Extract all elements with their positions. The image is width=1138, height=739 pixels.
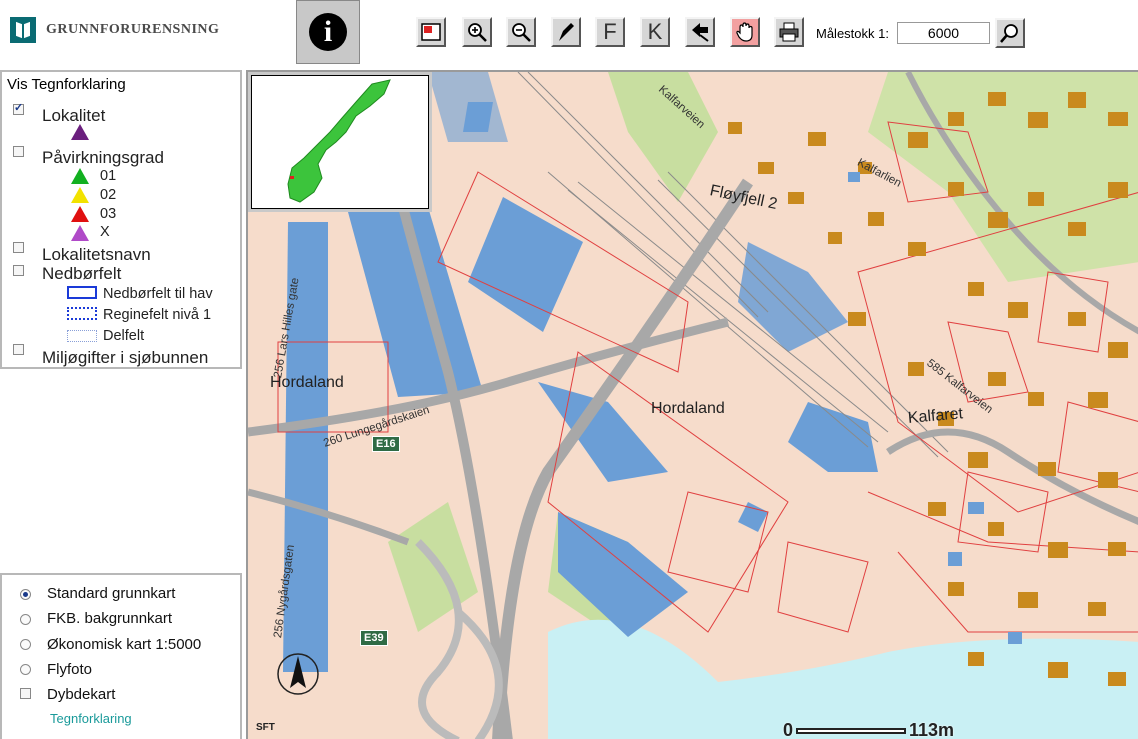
route-shield-e39: E39: [360, 630, 388, 646]
tool-f-button[interactable]: F: [595, 17, 625, 47]
basemap-radio-okonomisk[interactable]: [20, 639, 31, 650]
basemap-panel: Standard grunnkart FKB. bakgrunnkart Øko…: [0, 573, 242, 739]
layer-label-pavirkningsgrad: Påvirkningsgrad: [42, 148, 164, 167]
grade-x-triangle-icon: [71, 225, 89, 241]
basemap-radio-flyfoto[interactable]: [20, 664, 31, 675]
layer-checkbox-nedborfelt[interactable]: [13, 265, 24, 276]
basemap-label-okonomisk: Økonomisk kart 1:5000: [47, 636, 202, 653]
layer-checkbox-miljogifter[interactable]: [13, 344, 24, 355]
info-icon: i: [309, 13, 347, 51]
norway-overview-icon: [287, 79, 391, 203]
basemap-label-standard: Standard grunnkart: [47, 585, 176, 602]
logo-mark-icon: [10, 17, 36, 43]
hand-icon: [736, 22, 753, 42]
label-hordaland-center: Hordaland: [651, 400, 725, 417]
print-button[interactable]: [774, 17, 804, 47]
legend-panel: Vis Tegnforklaring Lokalitet Påvirknings…: [0, 70, 242, 369]
basemap-label-dybdekart: Dybdekart: [47, 686, 116, 703]
pen-icon: [559, 23, 574, 41]
nedborfelt-hav-label: Nedbørfelt til hav: [103, 286, 213, 302]
basemap-radio-fkb[interactable]: [20, 614, 31, 625]
full-extent-icon: [421, 23, 441, 41]
delfelt-label: Delfelt: [103, 328, 145, 344]
printer-icon: [779, 22, 799, 42]
grade-01-label: 01: [100, 168, 117, 184]
scale-bar: 0 113m: [783, 720, 954, 739]
arrow-back-icon: [692, 23, 709, 42]
pan-button[interactable]: [730, 17, 760, 47]
grade-x-label: X: [100, 224, 110, 240]
route-shield-e16: E16: [372, 436, 400, 452]
map-credit: SFT: [256, 722, 275, 733]
f-icon: F: [603, 19, 617, 44]
logo: GRUNNFORURENSNING: [10, 17, 219, 43]
delfelt-symbol: [67, 330, 97, 342]
layer-checkbox-pavirkningsgrad[interactable]: [13, 146, 24, 157]
logo-text: GRUNNFORURENSNING: [46, 22, 220, 37]
layer-checkbox-lokalitet[interactable]: [13, 101, 24, 115]
north-arrow-icon: [277, 653, 319, 695]
basemap-checkbox-dybdekart[interactable]: [20, 688, 31, 699]
layer-checkbox-lokalitetsnavn[interactable]: [13, 242, 24, 253]
legend-title[interactable]: Vis Tegnforklaring: [7, 76, 126, 93]
layer-label-miljogifter: Miljøgifter i sjøbunnen: [42, 348, 209, 367]
measure-button[interactable]: [551, 17, 581, 47]
grade-03-label: 03: [100, 206, 117, 222]
reginefelt-label: Reginefelt nivå 1: [103, 307, 212, 323]
basemap-label-fkb: FKB. bakgrunnkart: [47, 610, 173, 627]
grade-03-triangle-icon: [71, 206, 89, 222]
scale-search-button[interactable]: [995, 18, 1025, 48]
grade-02-triangle-icon: [71, 187, 89, 203]
map-view[interactable]: Hordaland Hordaland Fløyfjell 2 Kalfaret…: [246, 70, 1138, 739]
tool-k-button[interactable]: K: [640, 17, 670, 47]
zoom-in-icon: [468, 23, 487, 42]
back-button[interactable]: [685, 17, 715, 47]
search-icon: [1000, 24, 1018, 43]
layer-label-nedborfelt: Nedbørfelt: [42, 264, 122, 283]
full-extent-button[interactable]: [416, 17, 446, 47]
layer-label-lokalitet: Lokalitet: [42, 106, 106, 125]
reginefelt-symbol: [67, 307, 97, 320]
scale-bar-rule: [796, 727, 907, 734]
lokalitet-triangle-icon: [71, 124, 89, 140]
grade-02-label: 02: [100, 187, 117, 203]
zoom-out-icon: [512, 23, 531, 42]
overview-map[interactable]: [250, 74, 430, 210]
layer-label-lokalitetsnavn: Lokalitetsnavn: [42, 245, 151, 264]
k-icon: K: [647, 19, 663, 44]
scale-bar-end: 113m: [909, 720, 955, 739]
zoom-in-button[interactable]: [462, 17, 492, 47]
scale-bar-start: 0: [783, 720, 794, 739]
info-button[interactable]: i: [296, 0, 360, 64]
basemap-radio-standard[interactable]: [20, 589, 31, 600]
basemap-legend-link[interactable]: Tegnforklaring: [50, 711, 132, 726]
scale-input[interactable]: [897, 22, 990, 44]
zoom-out-button[interactable]: [506, 17, 536, 47]
basemap-label-flyfoto: Flyfoto: [47, 661, 93, 678]
grade-01-triangle-icon: [71, 168, 89, 184]
nedborfelt-hav-symbol: [67, 286, 97, 299]
scale-label: Målestokk 1:: [816, 26, 889, 41]
